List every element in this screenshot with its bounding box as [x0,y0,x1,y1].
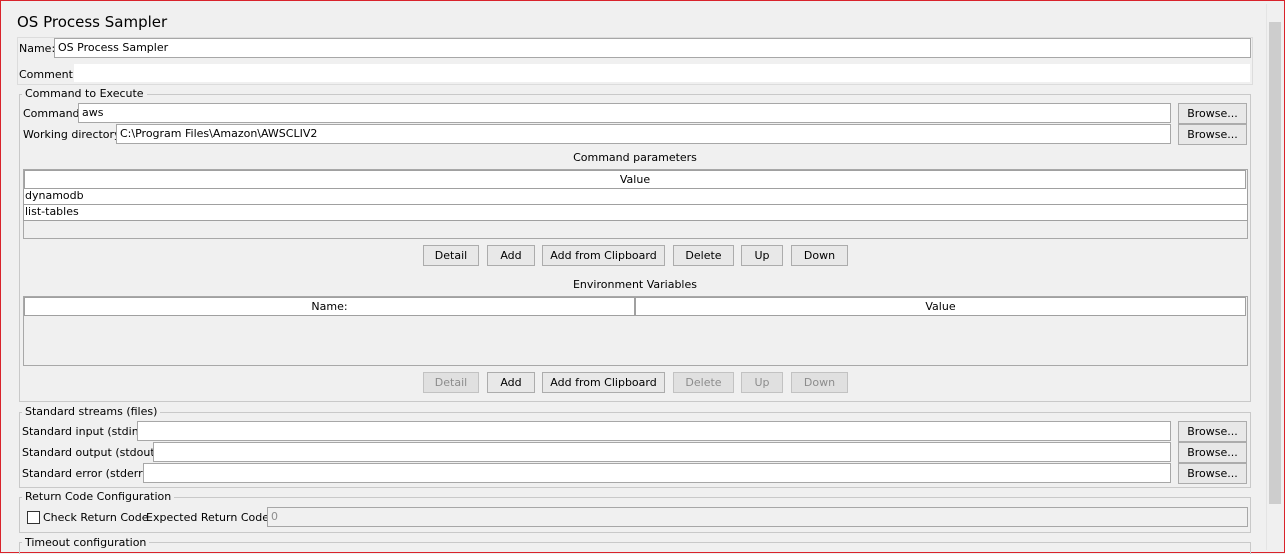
stdout-browse-button[interactable]: Browse... [1178,442,1247,463]
workdir-field[interactable]: C:\Program Files\Amazon\AWSCLIV2 [116,124,1171,144]
return-code-group-legend: Return Code Configuration [22,490,175,503]
params-add-from-clipboard-button[interactable]: Add from Clipboard [542,245,665,266]
stdin-field[interactable] [137,421,1171,441]
stdin-browse-button[interactable]: Browse... [1178,421,1247,442]
env-delete-button[interactable]: Delete [673,372,734,393]
stdin-label: Standard input (stdin): [22,425,147,438]
params-column-header[interactable]: Value [24,170,1246,189]
name-field[interactable]: OS Process Sampler [54,38,1251,58]
env-value-column-header[interactable]: Value [635,297,1246,316]
params-down-button[interactable]: Down [791,245,848,266]
table-row[interactable]: dynamodb [23,189,1248,205]
expected-return-code-label: Expected Return Code: [146,511,273,524]
params-detail-button[interactable]: Detail [423,245,479,266]
params-delete-button[interactable]: Delete [673,245,734,266]
env-name-column-header[interactable]: Name: [24,297,635,316]
scrollbar-thumb[interactable] [1269,22,1281,504]
stdout-field[interactable] [153,442,1171,462]
command-browse-button[interactable]: Browse... [1178,103,1247,124]
command-group-legend: Command to Execute [22,87,147,100]
env-add-from-clipboard-button[interactable]: Add from Clipboard [542,372,665,393]
params-up-button[interactable]: Up [741,245,783,266]
workdir-label: Working directory: [23,128,124,141]
streams-group-legend: Standard streams (files) [22,405,161,418]
env-down-button[interactable]: Down [791,372,848,393]
comments-field[interactable] [73,63,1251,83]
timeout-group-legend: Timeout configuration [22,536,150,549]
command-label: Command: [23,107,84,120]
stdout-label: Standard output (stdout): [22,446,163,459]
stderr-browse-button[interactable]: Browse... [1178,463,1247,484]
env-up-button[interactable]: Up [741,372,783,393]
check-return-code-label: Check Return Code [43,511,149,524]
params-title: Command parameters [573,151,697,164]
command-field[interactable]: aws [78,103,1171,123]
expected-return-code-field[interactable]: 0 [267,507,1248,527]
name-label: Name: [19,42,56,55]
vertical-scrollbar[interactable] [1266,4,1283,550]
table-row[interactable]: list-tables [23,205,1248,221]
env-add-button[interactable]: Add [487,372,535,393]
stderr-label: Standard error (stderr): [22,467,151,480]
env-detail-button[interactable]: Detail [423,372,479,393]
page-title: OS Process Sampler [17,13,168,31]
check-return-code-checkbox[interactable] [27,511,40,524]
params-add-button[interactable]: Add [487,245,535,266]
timeout-group [19,542,1251,554]
stderr-field[interactable] [143,463,1171,483]
env-title: Environment Variables [572,278,697,291]
workdir-browse-button[interactable]: Browse... [1178,124,1247,145]
